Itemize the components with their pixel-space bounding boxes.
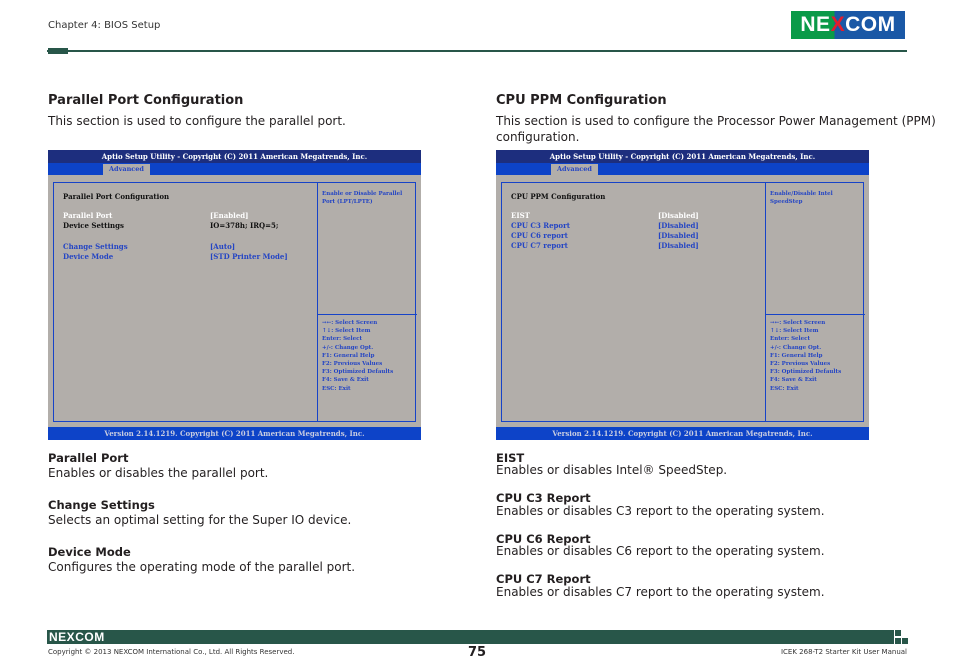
bios-row-cpu-c6[interactable]: CPU C6 report [Disabled]: [511, 231, 761, 241]
bios-row-label: Parallel Port: [63, 211, 113, 220]
key-hint: ↑↓: Select Item: [322, 328, 371, 335]
key-hint: F1: General Help: [322, 352, 375, 359]
section-title-cpu-ppm: CPU PPM Configuration: [496, 93, 667, 108]
bios-main-panel: Parallel Port Configuration Parallel Por…: [53, 182, 417, 422]
page-number: 75: [468, 645, 487, 660]
key-hint: Enter: Select: [770, 336, 811, 343]
bios-screenshot-cpu-ppm: Aptio Setup Utility - Copyright (C) 2011…: [496, 150, 869, 440]
bios-vertical-divider: [317, 183, 318, 421]
item-desc-cpu-c3: Enables or disables C3 report to the ope…: [496, 504, 825, 518]
key-hint: F4: Save & Exit: [770, 377, 817, 384]
key-hint: ↑↓: Select Item: [770, 328, 819, 335]
key-hint: F2: Previous Values: [770, 361, 831, 368]
bios-row-label: CPU C3 Report: [511, 221, 571, 230]
item-desc-device-mode: Configures the operating mode of the par…: [48, 560, 356, 574]
logo-text-post: COM: [845, 13, 896, 36]
bios-row-label: Device Settings: [63, 221, 124, 230]
logo-text-x: X: [66, 630, 76, 644]
bios-tabbar: Advanced: [48, 163, 421, 175]
item-desc-change-settings: Selects an optimal setting for the Super…: [48, 513, 352, 527]
key-hint: Enter: Select: [322, 336, 363, 343]
bios-row-value: [Enabled]: [210, 211, 249, 220]
bios-panel-title: Parallel Port Configuration: [63, 192, 170, 201]
bios-titlebar: Aptio Setup Utility - Copyright (C) 2011…: [48, 150, 421, 163]
bios-tab-advanced[interactable]: Advanced: [103, 164, 150, 175]
key-hint: F1: General Help: [770, 352, 823, 359]
bios-tab-advanced[interactable]: Advanced: [551, 164, 598, 175]
manual-title: ICEK 268-T2 Starter Kit User Manual: [780, 648, 907, 656]
header-divider: [47, 50, 907, 52]
logo-text-pre: NE: [49, 630, 67, 644]
item-desc-cpu-c6: Enables or disables C6 report to the ope…: [496, 544, 825, 558]
bios-row-cpu-c7[interactable]: CPU C7 report [Disabled]: [511, 241, 761, 251]
bios-vertical-divider: [765, 183, 766, 421]
bios-horizontal-divider: [317, 314, 417, 315]
key-hint: F2: Previous Values: [322, 361, 383, 368]
chapter-label: Chapter 4: BIOS Setup: [48, 20, 161, 31]
bios-row-eist[interactable]: EIST [Disabled]: [511, 211, 761, 221]
footer-bar: [47, 630, 888, 644]
key-hint: ESC: Exit: [770, 385, 799, 392]
bios-row-label: Change Settings: [63, 242, 128, 251]
item-desc-parallel-port: Enables or disables the parallel port.: [48, 466, 269, 480]
footer-block-icon: [888, 630, 908, 644]
bios-main-panel: CPU PPM Configuration EIST [Disabled] CP…: [501, 182, 865, 422]
section-desc-cpu-ppm: This section is used to configure the Pr…: [496, 113, 936, 145]
key-hint: F3: Optimized Defaults: [322, 369, 394, 376]
item-title-cpu-c7: CPU C7 Report: [496, 572, 591, 586]
bios-row-value: [Disabled]: [658, 241, 699, 250]
logo-text-pre: NE: [800, 13, 831, 36]
logo-text-post: COM: [75, 630, 105, 644]
nexcom-footer-logo: NE X COM: [49, 630, 105, 644]
bios-row-value: [Disabled]: [658, 221, 699, 230]
item-desc-cpu-c7: Enables or disables C7 report to the ope…: [496, 585, 825, 599]
bios-row-device-mode[interactable]: Device Mode [STD Printer Mode]: [63, 252, 313, 262]
bios-row-change-settings[interactable]: Change Settings [Auto]: [63, 242, 313, 252]
key-hint: →←: Select Screen: [322, 320, 378, 326]
key-hint: +/-: Change Opt.: [322, 344, 374, 351]
bios-row-value: [STD Printer Mode]: [210, 252, 288, 261]
bios-screenshot-parallel-port: Aptio Setup Utility - Copyright (C) 2011…: [48, 150, 421, 440]
item-title-cpu-c3: CPU C3 Report: [496, 491, 591, 505]
section-desc-line: This section is used to configure the Pr…: [496, 114, 936, 128]
bios-row-value: [Auto]: [210, 242, 236, 251]
bios-horizontal-divider: [765, 314, 865, 315]
item-title-parallel-port: Parallel Port: [48, 451, 129, 465]
bios-help-text: Enable or Disable Parallel Port (LPT/LPT…: [322, 191, 403, 205]
bios-footer: Version 2.14.1219. Copyright (C) 2011 Am…: [48, 427, 421, 440]
bios-row-value: [Disabled]: [658, 211, 699, 220]
key-hint: F3: Optimized Defaults: [770, 369, 842, 376]
bios-row-label: CPU C7 report: [511, 241, 568, 250]
bios-tabbar: Advanced: [496, 163, 869, 175]
header-accent-block: [48, 48, 68, 54]
bios-row-value: [Disabled]: [658, 231, 699, 240]
section-desc-line: configuration.: [496, 130, 580, 144]
bios-panel-title: CPU PPM Configuration: [511, 192, 606, 201]
bios-row-label: CPU C6 report: [511, 231, 568, 240]
nexcom-logo: NE X COM: [791, 11, 905, 39]
item-desc-eist: Enables or disables Intel® SpeedStep.: [496, 463, 728, 477]
bios-key-legend: →←: Select Screen ↑↓: Select Item Enter:…: [322, 319, 393, 393]
bios-key-legend: →←: Select Screen ↑↓: Select Item Enter:…: [770, 319, 841, 393]
bios-footer: Version 2.14.1219. Copyright (C) 2011 Am…: [496, 427, 869, 440]
bios-help-text: Enable/Disable Intel SpeedStep: [770, 191, 833, 205]
bios-titlebar: Aptio Setup Utility - Copyright (C) 2011…: [496, 150, 869, 163]
key-hint: F4: Save & Exit: [322, 377, 369, 384]
bios-row-label: EIST: [511, 211, 530, 220]
item-title-device-mode: Device Mode: [48, 545, 131, 559]
bios-row-value: IO=378h; IRQ=5;: [210, 221, 279, 230]
bios-row-cpu-c3[interactable]: CPU C3 Report [Disabled]: [511, 221, 761, 231]
item-title-change-settings: Change Settings: [48, 498, 155, 512]
key-hint: →←: Select Screen: [770, 320, 826, 326]
copyright-text: Copyright © 2013 NEXCOM International Co…: [48, 648, 295, 656]
bios-row-parallel-port[interactable]: Parallel Port [Enabled]: [63, 211, 313, 221]
bios-row-label: Device Mode: [63, 252, 114, 261]
section-desc-parallel-port: This section is used to configure the pa…: [48, 114, 346, 128]
key-hint: +/-: Change Opt.: [770, 344, 822, 351]
section-title-parallel-port: Parallel Port Configuration: [48, 93, 244, 108]
bios-row-device-settings: Device Settings IO=378h; IRQ=5;: [63, 221, 313, 231]
logo-text-x: X: [830, 13, 846, 36]
key-hint: ESC: Exit: [322, 385, 351, 392]
